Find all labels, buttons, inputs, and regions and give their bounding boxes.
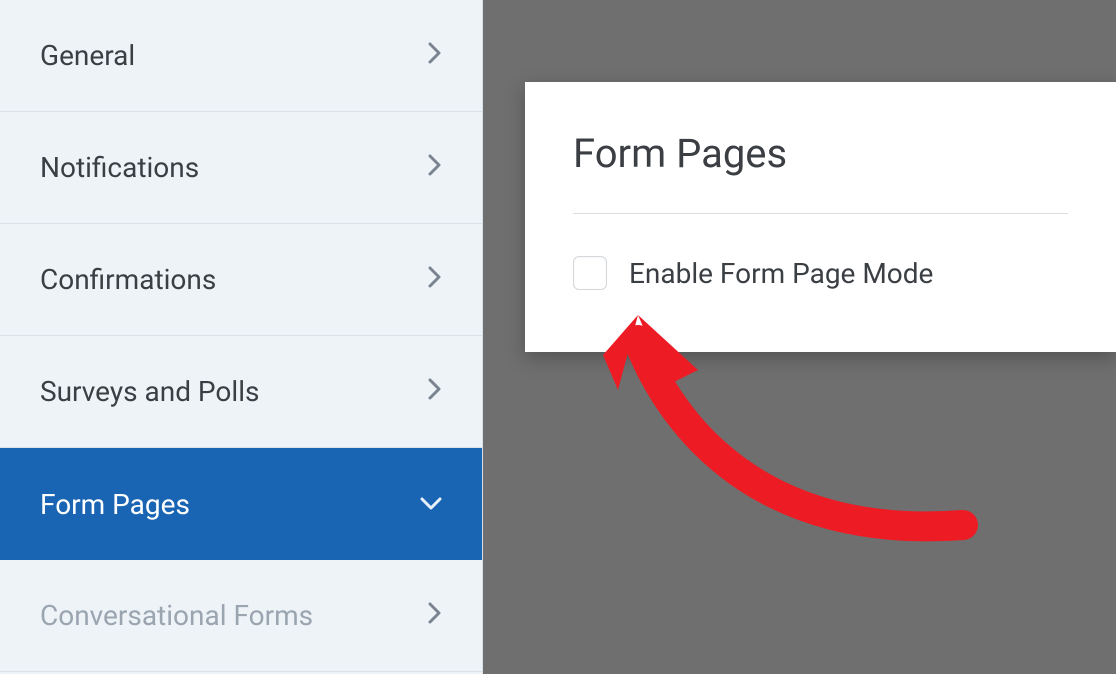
divider bbox=[573, 213, 1068, 214]
chevron-right-icon bbox=[428, 154, 442, 182]
sidebar-item-surveys-polls[interactable]: Surveys and Polls bbox=[0, 336, 482, 448]
sidebar-item-general[interactable]: General bbox=[0, 0, 482, 112]
panel-title: Form Pages bbox=[573, 130, 1068, 177]
sidebar-item-form-pages[interactable]: Form Pages bbox=[0, 448, 482, 560]
content-area: Form Pages Enable Form Page Mode bbox=[483, 0, 1116, 674]
sidebar-item-label: Notifications bbox=[40, 151, 199, 184]
sidebar-item-label: Form Pages bbox=[40, 488, 190, 521]
sidebar-item-label: General bbox=[40, 39, 135, 72]
chevron-right-icon bbox=[428, 42, 442, 70]
chevron-right-icon bbox=[428, 602, 442, 630]
form-pages-panel: Form Pages Enable Form Page Mode bbox=[525, 82, 1116, 352]
sidebar-item-label: Confirmations bbox=[40, 263, 216, 296]
chevron-down-icon bbox=[420, 492, 442, 517]
option-label: Enable Form Page Mode bbox=[629, 257, 933, 290]
chevron-right-icon bbox=[428, 266, 442, 294]
sidebar-item-notifications[interactable]: Notifications bbox=[0, 112, 482, 224]
sidebar-item-label: Conversational Forms bbox=[40, 599, 313, 632]
sidebar-item-label: Surveys and Polls bbox=[40, 375, 259, 408]
settings-sidebar: General Notifications Confirmations Surv… bbox=[0, 0, 483, 674]
enable-form-page-mode-checkbox[interactable] bbox=[573, 256, 607, 290]
sidebar-item-conversational-forms[interactable]: Conversational Forms bbox=[0, 560, 482, 672]
chevron-right-icon bbox=[428, 378, 442, 406]
enable-form-page-mode-option: Enable Form Page Mode bbox=[573, 256, 1068, 290]
sidebar-item-confirmations[interactable]: Confirmations bbox=[0, 224, 482, 336]
